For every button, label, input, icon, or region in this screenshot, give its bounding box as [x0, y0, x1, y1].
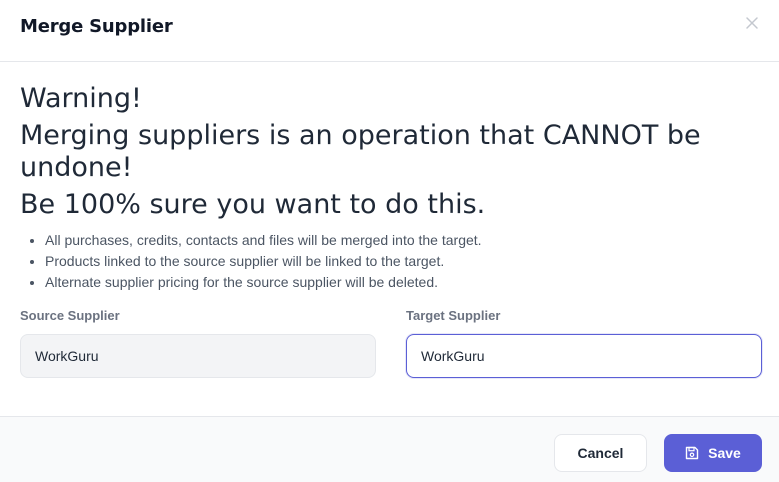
modal-header: Merge Supplier [0, 0, 779, 62]
warning-confirm-text: Be 100% sure you want to do this. [20, 189, 486, 220]
list-item: All purchases, credits, contacts and fil… [45, 230, 482, 251]
close-button[interactable] [745, 16, 761, 32]
merge-effects-list: All purchases, credits, contacts and fil… [45, 230, 482, 293]
merge-supplier-modal: Merge Supplier Warning! Merging supplier… [0, 0, 779, 482]
warning-irreversible-text: Merging suppliers is an operation that C… [20, 120, 701, 183]
target-supplier-select[interactable]: WorkGuru [406, 334, 762, 378]
list-item: Products linked to the source supplier w… [45, 251, 482, 272]
modal-title: Merge Supplier [20, 16, 173, 37]
save-button[interactable]: Save [664, 434, 762, 472]
modal-footer: Cancel Save [0, 416, 779, 482]
warning-heading: Warning! [20, 83, 142, 114]
cancel-button-label: Cancel [577, 445, 624, 461]
close-icon [746, 17, 758, 29]
save-button-label: Save [708, 445, 741, 461]
source-supplier-field: WorkGuru [20, 334, 376, 378]
cancel-button[interactable]: Cancel [554, 434, 647, 472]
list-item: Alternate supplier pricing for the sourc… [45, 272, 482, 293]
target-supplier-label: Target Supplier [406, 308, 501, 323]
source-supplier-label: Source Supplier [20, 308, 120, 323]
floppy-disk-icon [685, 446, 699, 460]
